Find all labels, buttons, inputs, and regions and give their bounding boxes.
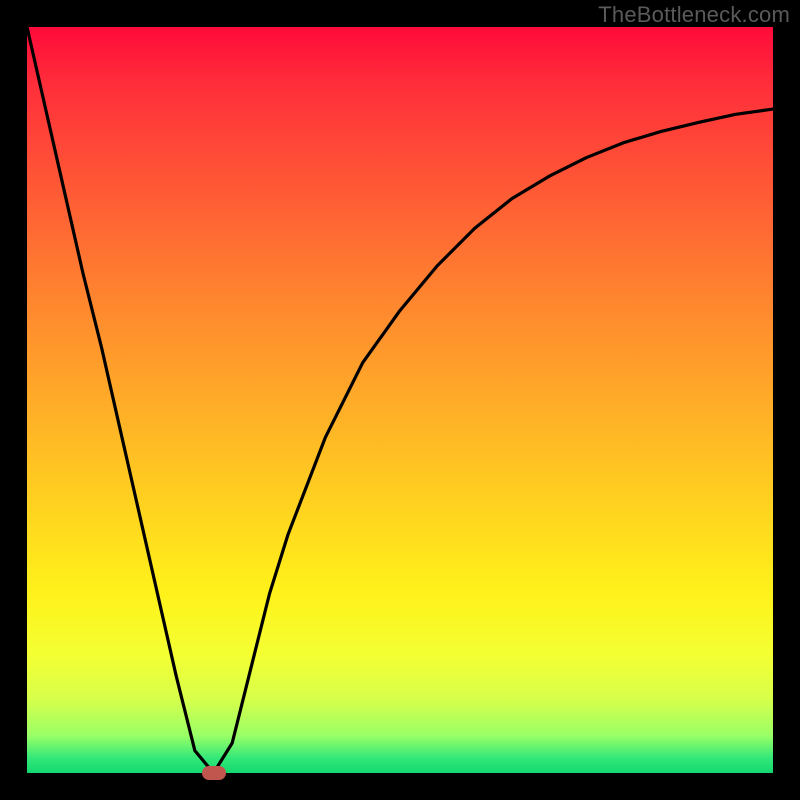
chart-frame: TheBottleneck.com	[0, 0, 800, 800]
bottleneck-curve	[27, 27, 773, 773]
optimum-marker	[202, 766, 226, 780]
watermark-text: TheBottleneck.com	[598, 2, 790, 28]
plot-area	[27, 27, 773, 773]
